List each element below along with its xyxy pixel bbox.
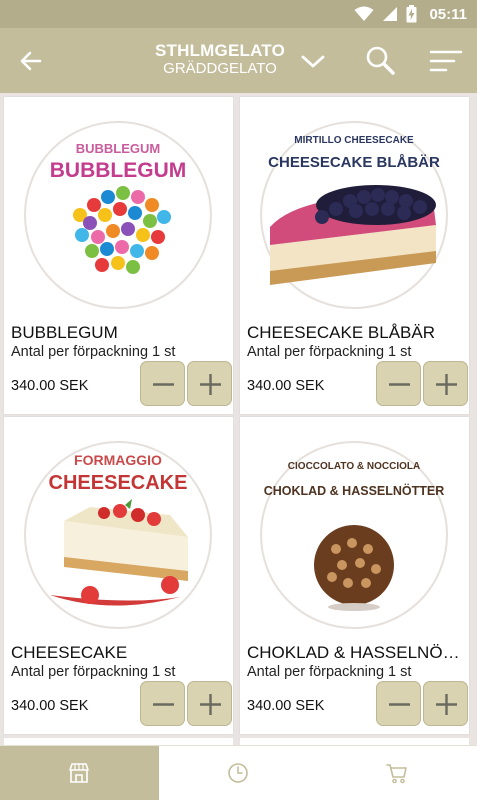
package-quantity: Antal per förpackning 1 st (247, 344, 412, 360)
battery-charging-icon (406, 5, 417, 23)
tab-cart[interactable] (318, 746, 477, 800)
store-icon (69, 763, 89, 783)
page-title: STHLMGELATO (154, 41, 285, 60)
clock-icon (228, 763, 248, 783)
search-icon[interactable] (364, 44, 396, 76)
image-label-main: CHOKLAD & HASSELNÖTTER (264, 483, 445, 498)
image-label-top: FORMAGGIO (74, 452, 162, 468)
package-quantity: Antal per förpackning 1 st (11, 664, 176, 680)
minus-icon (389, 703, 410, 706)
product-card-cheesecake[interactable]: FORMAGGIO CHEESECAKE CHEESECAKE Antal pe… (4, 417, 233, 734)
product-card-partial (4, 738, 233, 745)
product-price: 340.00 SEK (247, 698, 325, 714)
image-label-main: BUBBLEGUM (50, 159, 187, 182)
product-name: BUBBLEGUM (11, 323, 118, 342)
product-price: 340.00 SEK (11, 698, 89, 714)
product-name: CHEESECAKE (11, 643, 128, 662)
product-image-choklad-hasselnotter[interactable]: CIOCCOLATO & NOCCIOLA CHOKLAD & HASSELNÖ… (256, 425, 453, 635)
product-name: CHEESECAKE BLÅBÄR (247, 323, 436, 342)
image-label-top: MIRTILLO CHEESECAKE (294, 135, 414, 146)
product-grid: BUBBLEGUM BUBBLEGUM BUBBLEGUM Antal per … (0, 93, 477, 745)
tab-store[interactable] (0, 746, 159, 800)
back-arrow-icon[interactable] (16, 46, 46, 76)
image-label-top: CIOCCOLATO & NOCCIOLA (288, 461, 420, 472)
product-name: CHOKLAD & HASSELNÖTTER (247, 643, 467, 662)
plus-icon (436, 374, 457, 395)
app-bar: STHLMGELATO GRÄDDGELATO (0, 28, 477, 93)
minus-icon (389, 383, 410, 386)
package-quantity: Antal per förpackning 1 st (247, 664, 412, 680)
package-quantity: Antal per förpackning 1 st (11, 344, 176, 360)
product-image-cheesecake-blabar[interactable]: MIRTILLO CHEESECAKE CHEESECAKE BLÅBÄR (256, 105, 453, 315)
plus-icon (200, 374, 221, 395)
product-card-cheesecake-blabar[interactable]: MIRTILLO CHEESECAKE CHEESECAKE BLÅBÄR CH… (240, 97, 469, 414)
bottom-navigation (0, 745, 477, 800)
status-time: 05:11 (429, 5, 467, 23)
product-card-partial (240, 738, 469, 745)
plus-icon (200, 694, 221, 715)
increase-quantity-button[interactable] (423, 681, 468, 726)
product-price: 340.00 SEK (247, 378, 325, 394)
product-image-cheesecake[interactable]: FORMAGGIO CHEESECAKE (20, 425, 217, 635)
increase-quantity-button[interactable] (423, 361, 468, 406)
plus-icon (436, 694, 457, 715)
product-card-choklad-hasselnotter[interactable]: CIOCCOLATO & NOCCIOLA CHOKLAD & HASSELNÖ… (240, 417, 469, 734)
increase-quantity-button[interactable] (187, 361, 232, 406)
sort-menu-icon[interactable] (428, 48, 464, 74)
image-label-main: CHEESECAKE (49, 472, 188, 494)
increase-quantity-button[interactable] (187, 681, 232, 726)
tab-history[interactable] (159, 746, 318, 800)
decrease-quantity-button[interactable] (376, 681, 421, 726)
cart-icon (386, 764, 407, 784)
store-selector[interactable]: STHLMGELATO GRÄDDGELATO (140, 41, 300, 78)
decrease-quantity-button[interactable] (140, 681, 185, 726)
product-price: 340.00 SEK (11, 378, 89, 394)
product-image-bubblegum[interactable]: BUBBLEGUM BUBBLEGUM (20, 105, 217, 315)
minus-icon (153, 383, 174, 386)
decrease-quantity-button[interactable] (376, 361, 421, 406)
image-label-main: CHEESECAKE BLÅBÄR (268, 154, 440, 171)
decrease-quantity-button[interactable] (140, 361, 185, 406)
status-bar: 05:11 (0, 0, 477, 28)
minus-icon (153, 703, 174, 706)
wifi-icon (354, 6, 374, 21)
page-subtitle: GRÄDDGELATO (163, 60, 277, 77)
signal-icon (383, 7, 398, 21)
product-card-bubblegum[interactable]: BUBBLEGUM BUBBLEGUM BUBBLEGUM Antal per … (4, 97, 233, 414)
chevron-down-icon[interactable] (300, 50, 326, 72)
image-label-top: BUBBLEGUM (76, 141, 161, 156)
